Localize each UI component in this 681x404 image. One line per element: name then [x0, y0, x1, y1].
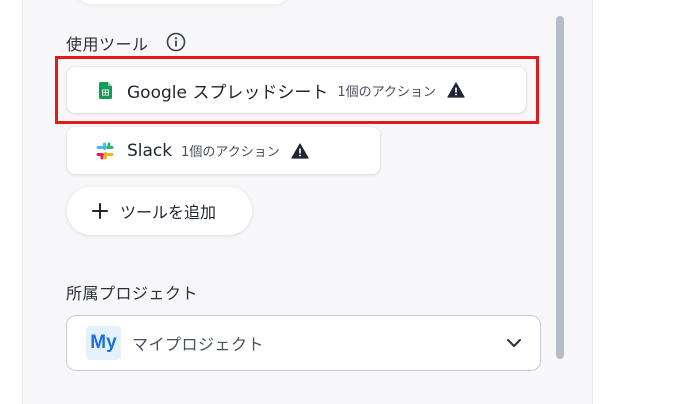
tool-card-slack[interactable]: Slack 1個のアクション [67, 127, 380, 174]
scrollbar[interactable] [556, 16, 564, 359]
project-select-value: マイプロジェクト [132, 335, 265, 354]
plus-icon [92, 203, 108, 219]
project-select[interactable]: My マイプロジェクト [66, 315, 541, 371]
highlight-box [55, 56, 539, 124]
tool-name: Slack [127, 140, 173, 161]
tools-section-title: 使用ツール [66, 35, 149, 54]
info-icon[interactable] [166, 32, 186, 52]
warning-icon [291, 142, 309, 159]
add-tool-label: ツールを追加 [120, 203, 217, 222]
project-badge: My [86, 326, 121, 360]
project-section-title: 所属プロジェクト [66, 284, 199, 303]
tool-action-count: 1個のアクション [181, 145, 280, 160]
chevron-down-icon[interactable] [506, 336, 522, 350]
slack-icon [96, 142, 114, 160]
add-tool-button[interactable]: ツールを追加 [67, 187, 252, 235]
previous-card[interactable] [78, 0, 288, 4]
